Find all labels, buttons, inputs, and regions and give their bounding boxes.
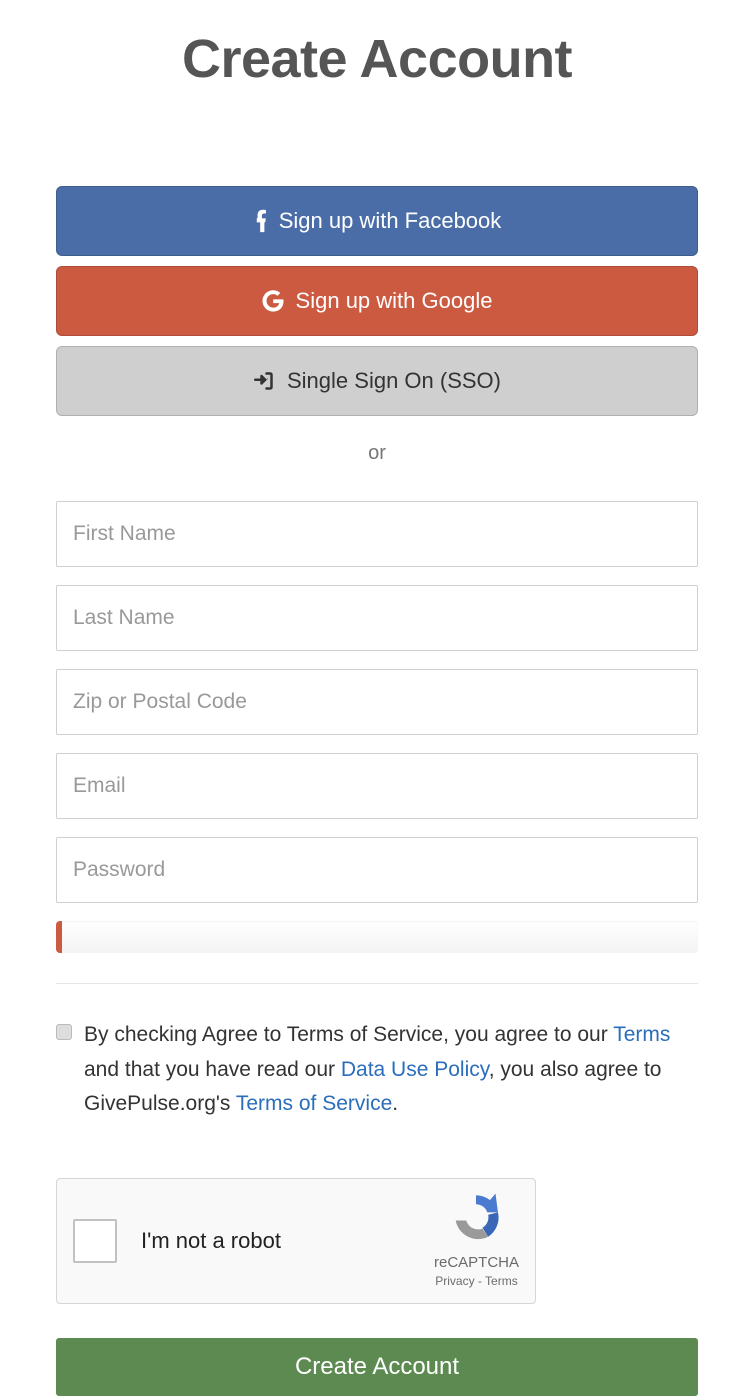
data-use-policy-link[interactable]: Data Use Policy — [341, 1058, 489, 1081]
facebook-signup-label: Sign up with Facebook — [279, 208, 502, 234]
google-signup-button[interactable]: Sign up with Google — [56, 266, 698, 336]
terms-checkbox[interactable] — [56, 1024, 72, 1040]
email-input[interactable] — [56, 753, 698, 819]
password-input[interactable] — [56, 837, 698, 903]
password-strength-meter — [56, 921, 698, 953]
recaptcha-terms-link[interactable]: Terms — [485, 1274, 518, 1288]
facebook-signup-button[interactable]: Sign up with Facebook — [56, 186, 698, 256]
recaptcha-label: I'm not a robot — [141, 1228, 434, 1254]
recaptcha-widget: I'm not a robot reCAPTCHA Privacy - Term… — [56, 1178, 536, 1304]
sign-in-icon — [253, 371, 275, 391]
sso-signup-label: Single Sign On (SSO) — [287, 368, 501, 394]
google-icon — [262, 290, 284, 312]
last-name-input[interactable] — [56, 585, 698, 651]
recaptcha-branding: reCAPTCHA Privacy - Terms — [434, 1192, 519, 1291]
page-title: Create Account — [56, 28, 698, 90]
terms-mid1: and that you have read our — [84, 1058, 341, 1081]
google-signup-label: Sign up with Google — [296, 288, 493, 314]
recaptcha-checkbox[interactable] — [73, 1219, 117, 1263]
first-name-input[interactable] — [56, 501, 698, 567]
recaptcha-link-separator: - — [475, 1274, 485, 1288]
divider-or: or — [56, 442, 698, 465]
zip-input[interactable] — [56, 669, 698, 735]
recaptcha-privacy-link[interactable]: Privacy — [435, 1274, 474, 1288]
recaptcha-icon — [450, 1192, 502, 1244]
terms-link[interactable]: Terms — [613, 1023, 670, 1046]
terms-prefix: By checking Agree to Terms of Service, y… — [84, 1023, 613, 1046]
terms-row: By checking Agree to Terms of Service, y… — [56, 1018, 698, 1122]
givepulse-tos-link[interactable]: Terms of Service — [236, 1092, 392, 1115]
facebook-icon — [253, 209, 267, 233]
divider-line — [56, 983, 698, 984]
sso-signup-button[interactable]: Single Sign On (SSO) — [56, 346, 698, 416]
terms-suffix: . — [392, 1092, 398, 1115]
recaptcha-brand: reCAPTCHA — [434, 1252, 519, 1273]
create-account-button[interactable]: Create Account — [56, 1338, 698, 1396]
terms-text: By checking Agree to Terms of Service, y… — [84, 1018, 698, 1122]
